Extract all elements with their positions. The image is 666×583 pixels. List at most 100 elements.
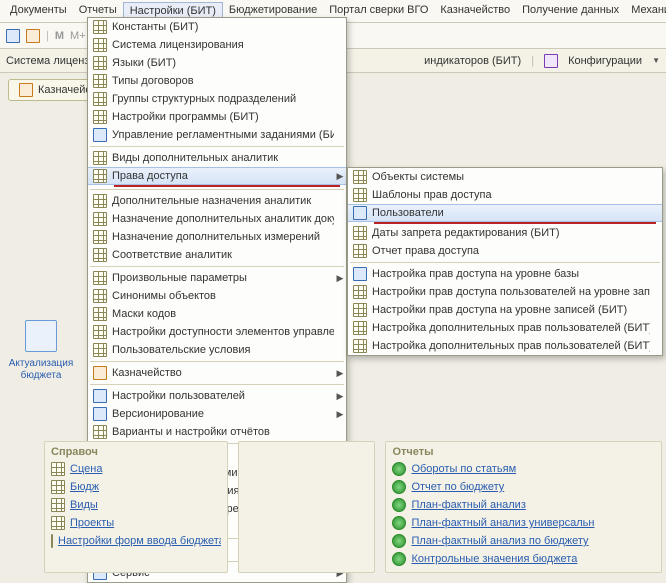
grid-icon [93,20,107,34]
grid-icon [93,38,107,52]
tab-icon [19,83,33,97]
grid-icon [93,248,107,262]
settings-item-13[interactable]: Произвольные параметры▶ [88,269,346,287]
link-icon [51,534,53,548]
panel-link-0[interactable]: Сцена [51,460,221,478]
toolbar-mplus[interactable]: M+ [70,30,86,42]
grid-icon [93,307,107,321]
access-item-7[interactable]: Настройки прав доступа на уровне записей… [348,301,662,319]
access-item-4[interactable]: Отчет права доступа [348,242,662,260]
settings-item-14[interactable]: Синонимы объектов [88,287,346,305]
settings-label-4: Группы структурных подразделений [112,93,334,105]
panel-title [245,446,369,448]
settings-label-1: Система лицензирования [112,39,334,51]
actualize-link[interactable]: Актуализациябюджета [6,358,76,382]
access-label-7: Настройки прав доступа на уровне записей… [372,304,650,316]
access-label-3: Даты запрета редактирования (БИТ) [372,227,650,239]
access-item-8[interactable]: Настройка дополнительных прав пользовате… [348,319,662,337]
chevron-down-icon[interactable]: ▼ [652,56,660,65]
panel-link-4[interactable]: План-фактный анализ по бюджету [392,532,655,550]
access-item-0[interactable]: Объекты системы [348,168,662,186]
panel-link-1[interactable]: Отчет по бюджету [392,478,655,496]
access-item-9[interactable]: Настройка дополнительных прав пользовате… [348,337,662,355]
chevron-right-icon: ▶ [334,171,346,182]
menu-получение-данных[interactable]: Получение данных [516,2,625,20]
menu-документы[interactable]: Документы [4,2,73,20]
secbar-right[interactable]: Конфигурации [568,55,642,67]
settings-item-1[interactable]: Система лицензирования [88,36,346,54]
blue-icon [93,128,107,142]
left-links: Актуализациябюджета [6,320,76,382]
access-item-2[interactable]: Пользователи [348,204,662,222]
settings-item-4[interactable]: Группы структурных подразделений [88,90,346,108]
panel-link-3[interactable]: План-фактный анализ универсальн [392,514,655,532]
grid-icon [93,56,107,70]
grid-icon [93,289,107,303]
settings-item-5[interactable]: Настройки программы (БИТ) [88,108,346,126]
settings-item-17[interactable]: Пользовательские условия [88,341,346,359]
access-label-0: Объекты системы [372,171,650,183]
grid-icon [353,285,367,299]
access-item-6[interactable]: Настройки прав доступа пользователей на … [348,283,662,301]
settings-item-21[interactable]: Варианты и настройки отчётов [88,423,346,441]
settings-label-20: Версионирование [112,408,334,420]
panel-link-2[interactable]: План-фактный анализ [392,496,655,514]
settings-item-10[interactable]: Назначение дополнительных аналитик докум… [88,210,346,228]
link-icon [51,498,65,512]
settings-item-2[interactable]: Языки (БИТ) [88,54,346,72]
panel-link-1[interactable]: Бюдж [51,478,221,496]
settings-item-12[interactable]: Соответствие аналитик [88,246,346,264]
blue-icon [93,407,107,421]
grid-icon [353,339,367,353]
grid-icon [93,110,107,124]
panel-link-0[interactable]: Обороты по статьям [392,460,655,478]
link-icon [51,480,65,494]
settings-item-0[interactable]: Константы (БИТ) [88,18,346,36]
toolbar-m[interactable]: M [55,30,64,42]
link-icon [392,534,406,548]
toolbar-icon-2[interactable] [26,29,40,43]
access-item-5[interactable]: Настройка прав доступа на уровне базы [348,265,662,283]
settings-item-7[interactable]: Виды дополнительных аналитик [88,149,346,167]
settings-label-0: Константы (БИТ) [112,21,334,33]
grid-icon [93,425,107,439]
config-icon[interactable] [544,54,558,68]
settings-item-20[interactable]: Версионирование▶ [88,405,346,423]
settings-item-8[interactable]: Права доступа▶ [88,167,346,185]
settings-item-18[interactable]: Казначейство▶ [88,364,346,382]
settings-label-8: Права доступа [112,170,334,182]
panel-link-5[interactable]: Контрольные значения бюджета [392,550,655,568]
panel-sprav: СправочСценаБюджВидыПроектыНастройки фор… [44,441,228,573]
access-item-3[interactable]: Даты запрета редактирования (БИТ) [348,224,662,242]
settings-label-10: Назначение дополнительных аналитик докум… [112,213,334,225]
menu-казначейство[interactable]: Казначейство [434,2,516,20]
settings-item-15[interactable]: Маски кодов [88,305,346,323]
toolbar-icon-1[interactable] [6,29,20,43]
link-icon [392,552,406,566]
panel-link-2[interactable]: Виды [51,496,221,514]
grid-icon [93,343,107,357]
settings-label-6: Управление регламентными заданиями (БИТ) [112,129,334,141]
access-item-1[interactable]: Шаблоны прав доступа [348,186,662,204]
settings-item-19[interactable]: Настройки пользователей▶ [88,387,346,405]
panel-mid [238,441,376,573]
blue-icon [353,267,367,281]
menu-механизм-трансляции[interactable]: Механизм трансляции [625,2,666,20]
chevron-right-icon: ▶ [334,409,346,420]
settings-label-15: Маски кодов [112,308,334,320]
link-icon [392,462,406,476]
settings-label-16: Настройки доступности элементов управлен… [112,326,334,338]
grid-icon [93,92,107,106]
blue-icon [93,389,107,403]
secbar-mid[interactable]: индикаторов (БИТ) [424,55,521,67]
settings-item-16[interactable]: Настройки доступности элементов управлен… [88,323,346,341]
settings-item-3[interactable]: Типы договоров [88,72,346,90]
settings-item-9[interactable]: Дополнительные назначения аналитик [88,192,346,210]
settings-item-11[interactable]: Назначение дополнительных измерений [88,228,346,246]
settings-item-6[interactable]: Управление регламентными заданиями (БИТ) [88,126,346,144]
settings-label-21: Варианты и настройки отчётов [112,426,334,438]
link-icon [392,516,406,530]
panel-link-3[interactable]: Проекты [51,514,221,532]
actualize-icon[interactable] [25,320,57,352]
panel-link-4[interactable]: Настройки форм ввода бюджета [51,532,221,550]
